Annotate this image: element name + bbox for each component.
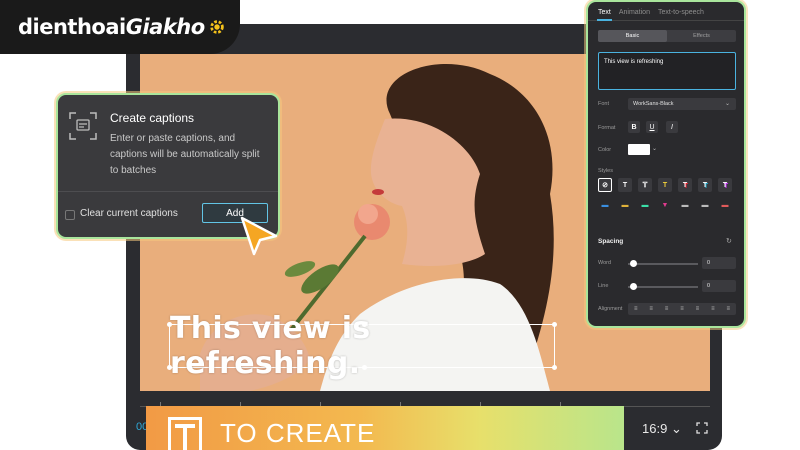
- format-label: Format: [598, 125, 616, 131]
- text-icon: [168, 417, 202, 450]
- align-justify-icon[interactable]: ≡: [680, 306, 684, 312]
- align-left-icon[interactable]: ≡: [634, 306, 638, 312]
- resize-handle[interactable]: [167, 322, 172, 327]
- tab-text-to-speech[interactable]: Text-to-speech: [658, 9, 704, 16]
- banner-text: TO CREATE: [220, 417, 376, 448]
- style-preset[interactable]: T: [678, 178, 692, 192]
- align-bottom-icon[interactable]: ≡: [726, 306, 730, 312]
- color-label: Color: [598, 147, 612, 153]
- slider-knob[interactable]: [630, 260, 637, 267]
- basic-effects-toggle: Basic Effects: [598, 30, 736, 42]
- align-middle-icon[interactable]: ≡: [711, 306, 715, 312]
- style-presets-row-2: ▬ ▬ ▬ ▼ ▬ ▬ ▬: [598, 200, 738, 210]
- line-spacing-input[interactable]: 0: [702, 280, 736, 292]
- style-preset[interactable]: T: [658, 178, 672, 192]
- caption-text-input[interactable]: This view is refreshing: [598, 52, 736, 90]
- style-preset[interactable]: ▬: [598, 200, 612, 210]
- style-preset[interactable]: T: [618, 178, 632, 192]
- italic-button[interactable]: I: [666, 121, 678, 133]
- spacing-title: Spacing: [598, 238, 624, 245]
- segment-effects[interactable]: Effects: [667, 30, 736, 42]
- segment-basic[interactable]: Basic: [598, 30, 667, 42]
- style-preset[interactable]: T: [718, 178, 732, 192]
- divider: [58, 191, 278, 192]
- logo-text-part2: Giakho: [125, 15, 205, 39]
- text-properties-panel: Text Animation Text-to-speech Basic Effe…: [586, 0, 746, 328]
- style-preset[interactable]: ▬: [618, 200, 632, 210]
- chevron-down-icon: ⌄: [670, 421, 682, 436]
- font-select[interactable]: WorkSans-Black ⌄: [628, 98, 736, 110]
- cursor-arrow-icon: [240, 216, 278, 256]
- resize-handle[interactable]: [362, 365, 367, 370]
- style-preset[interactable]: ▼: [658, 200, 672, 210]
- fullscreen-icon[interactable]: [696, 422, 708, 434]
- aspect-ratio-value: 16:9: [642, 421, 668, 436]
- bold-button[interactable]: B: [628, 121, 640, 133]
- resize-handle[interactable]: [552, 365, 557, 370]
- chevron-down-icon: ⌄: [724, 101, 730, 107]
- gear-icon: [209, 20, 224, 34]
- tab-animation[interactable]: Animation: [619, 9, 650, 16]
- word-spacing-input[interactable]: 0: [702, 257, 736, 269]
- style-preset[interactable]: ▬: [678, 200, 692, 210]
- slider-knob[interactable]: [630, 283, 637, 290]
- align-top-icon[interactable]: ≡: [696, 306, 700, 312]
- alignment-label: Alignment: [598, 306, 623, 312]
- style-preset[interactable]: T: [638, 178, 652, 192]
- captions-icon: [69, 112, 97, 140]
- clear-captions-checkbox[interactable]: [65, 210, 75, 220]
- active-tab-indicator: [597, 19, 612, 21]
- dialog-title: Create captions: [110, 111, 195, 125]
- panel-tabs: Text Animation Text-to-speech: [598, 9, 704, 16]
- style-none-icon[interactable]: ⊘: [598, 178, 612, 192]
- styles-label: Styles: [598, 168, 613, 174]
- style-preset[interactable]: ▬: [698, 200, 712, 210]
- font-label: Font: [598, 101, 610, 107]
- align-center-icon[interactable]: ≡: [649, 306, 653, 312]
- style-presets-row-1: ⊘ T T T T T T: [598, 178, 738, 192]
- style-preset[interactable]: T: [698, 178, 712, 192]
- tab-text[interactable]: Text: [598, 9, 611, 16]
- line-spacing-label: Line: [598, 283, 609, 289]
- color-swatch[interactable]: [628, 144, 650, 155]
- reset-icon[interactable]: ↻: [726, 237, 732, 245]
- resize-handle[interactable]: [167, 365, 172, 370]
- underline-button[interactable]: U: [646, 121, 658, 133]
- word-spacing-label: Word: [598, 260, 612, 266]
- caption-text-overlay[interactable]: This view is refreshing.: [167, 311, 557, 381]
- alignment-buttons: ≡ ≡ ≡ ≡ ≡ ≡ ≡: [628, 303, 736, 315]
- text-banner: TO CREATE: [146, 406, 624, 450]
- resize-handle[interactable]: [552, 322, 557, 327]
- style-preset[interactable]: ▬: [718, 200, 732, 210]
- aspect-ratio-select[interactable]: 16:9 ⌄: [642, 421, 682, 437]
- logo-text-part1: dienthoai: [18, 15, 126, 39]
- word-spacing-slider[interactable]: [628, 260, 698, 267]
- style-preset[interactable]: ▬: [638, 200, 652, 210]
- dialog-description: Enter or paste captions, and captions wi…: [110, 133, 260, 176]
- resize-handle[interactable]: [362, 322, 367, 327]
- chevron-down-icon[interactable]: ⌄: [652, 145, 657, 152]
- font-select-value: WorkSans-Black: [633, 101, 674, 107]
- align-right-icon[interactable]: ≡: [665, 306, 669, 312]
- clear-captions-label: Clear current captions: [80, 208, 178, 219]
- brand-logo: dienthoai Giakho: [0, 0, 240, 54]
- line-spacing-slider[interactable]: [628, 283, 698, 290]
